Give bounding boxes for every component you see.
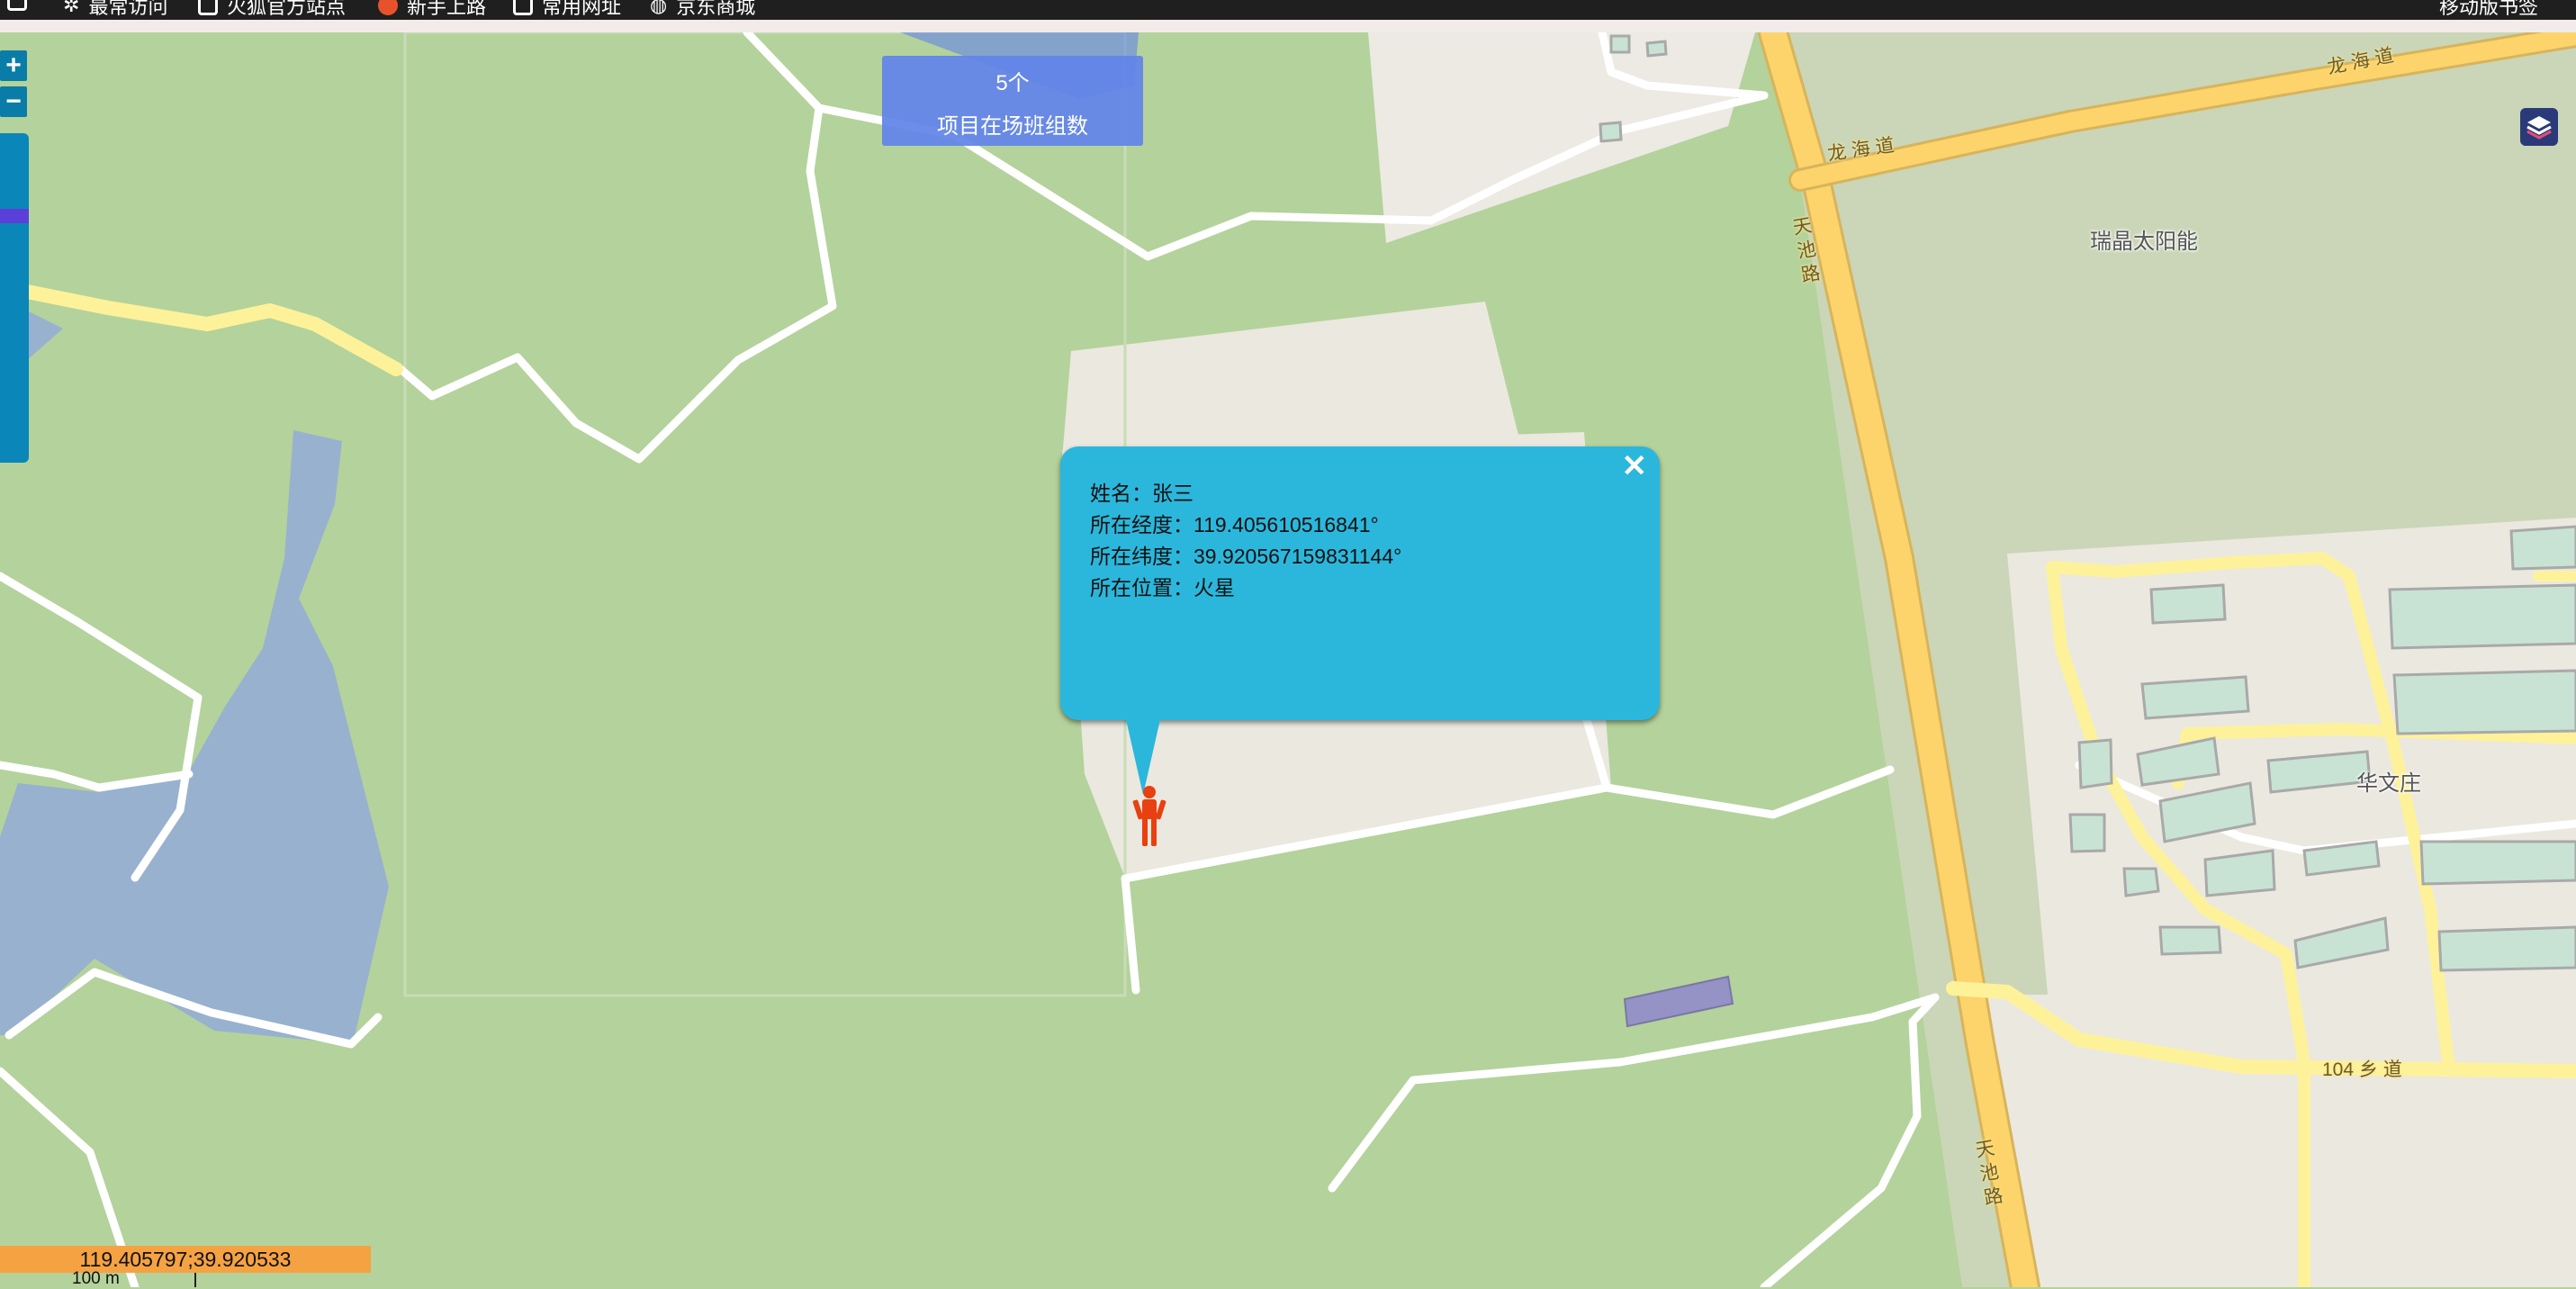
side-panel-toggle[interactable] [0, 133, 29, 463]
page-top-strip [0, 20, 2576, 32]
folder-icon [198, 0, 218, 15]
place-label-solar: 瑞晶太阳能 [2090, 230, 2198, 254]
side-panel-indicator [0, 209, 29, 223]
gear-icon: ✲ [63, 0, 80, 16]
bookmark-most-visited[interactable]: ✲ 最常访问 [63, 0, 167, 20]
scale-bar: 100 m [0, 1269, 198, 1288]
person-marker-icon[interactable] [1129, 785, 1170, 848]
folder-icon [513, 0, 533, 15]
place-label-huawen: 华文庄 [2356, 771, 2421, 796]
globe-icon: ◍ [650, 0, 668, 16]
bookmark-jd-mall[interactable]: ◍ 京东商城 [650, 0, 755, 20]
scale-label: 100 m [72, 1269, 120, 1288]
layers-icon [2526, 116, 2552, 140]
bookmark-getting-started[interactable]: 新手上路 [378, 0, 486, 20]
zoom-out-button[interactable]: − [0, 86, 27, 117]
bookmarks-bar: ✲ 最常访问 火狐官方站点 新手上路 常用网址 ◍ 京东商城 移动版书签 [0, 0, 2576, 20]
popup-pointer [1125, 716, 1161, 795]
zoom-in-button[interactable]: + [0, 50, 27, 81]
team-count-value: 5个 [995, 71, 1030, 95]
person-info-popup: ✕ 姓名：张三 所在经度：119.405610516841° 所在纬度：39.9… [1060, 446, 1660, 720]
bookmark-mobile[interactable]: 移动版书签 [2439, 0, 2538, 20]
popup-name: 姓名：张三 [1090, 482, 1193, 505]
layer-switcher-button[interactable] [2520, 108, 2558, 146]
firefox-icon [378, 0, 398, 15]
bookmark-firefox-site[interactable]: 火狐官方站点 [198, 0, 346, 20]
firefox-menu-icon[interactable] [7, 0, 27, 11]
popup-latitude: 所在纬度：39.920567159831144° [1090, 545, 1402, 568]
menu-icon [7, 0, 27, 11]
popup-location: 所在位置：火星 [1090, 576, 1235, 599]
road-label-104: 104 乡 道 [2322, 1059, 2402, 1080]
scale-tick [194, 1273, 196, 1287]
bookmark-common-sites[interactable]: 常用网址 [513, 0, 621, 20]
team-count-label: 项目在场班组数 [937, 114, 1088, 139]
close-icon[interactable]: ✕ [1622, 448, 1648, 484]
mouse-coordinates: 119.405797;39.920533 [0, 1246, 371, 1273]
popup-longitude: 所在经度：119.405610516841° [1090, 513, 1379, 536]
team-count-panel: 5个 项目在场班组数 [882, 56, 1143, 146]
